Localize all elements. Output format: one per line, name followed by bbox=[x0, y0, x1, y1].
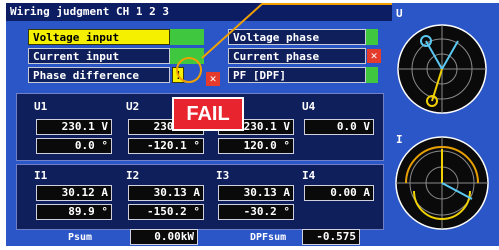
current-i1-value: 30.12 A bbox=[36, 185, 112, 201]
voltage-u3-angle: 120.0 ° bbox=[218, 138, 294, 154]
channel-label-i3: I3 bbox=[216, 169, 230, 182]
screen-title: Wiring judgment CH 1 2 3 bbox=[6, 3, 396, 21]
channel-label-i4: I4 bbox=[302, 169, 316, 182]
voltage-u2-angle: -120.1 ° bbox=[128, 138, 204, 154]
phasor-plots bbox=[395, 24, 489, 230]
channel-label-i2: I2 bbox=[126, 169, 140, 182]
channel-label-u1: U1 bbox=[34, 100, 48, 113]
voltage-u4-value: 0.0 V bbox=[304, 119, 374, 135]
dpf-sum-value: -0.575 bbox=[302, 229, 360, 245]
row-current-phase[interactable]: Current phase bbox=[228, 48, 366, 64]
current-i3-value: 30.13 A bbox=[218, 185, 294, 201]
channel-label-i1: I1 bbox=[34, 169, 48, 182]
channel-label-u4: U4 bbox=[302, 100, 316, 113]
status-ok-voltage-phase bbox=[366, 29, 378, 45]
current-i2-angle: -150.2 ° bbox=[128, 204, 204, 220]
current-vector-label: I bbox=[396, 133, 403, 146]
psum-value: 0.00kW bbox=[130, 229, 198, 245]
status-fail-current-phase-icon: ✕ bbox=[367, 49, 381, 63]
judgment-panel: Voltage input Current input Phase differ… bbox=[6, 21, 392, 246]
dpf-sum-label: DPFsum bbox=[250, 232, 287, 243]
fail-banner: FAIL bbox=[172, 97, 244, 131]
vector-diagram-panel: U I bbox=[392, 3, 499, 246]
row-voltage-phase[interactable]: Voltage phase bbox=[228, 29, 366, 45]
current-i1-angle: 89.9 ° bbox=[36, 204, 112, 220]
current-i2-value: 30.13 A bbox=[128, 185, 204, 201]
voltage-phasor-plot bbox=[397, 24, 487, 114]
voltage-vector-label: U bbox=[396, 7, 403, 20]
voltage-u1-angle: 0.0 ° bbox=[36, 138, 112, 154]
row-voltage-input[interactable]: Voltage input bbox=[28, 29, 170, 45]
status-ok-pf bbox=[366, 67, 378, 83]
current-i4-value: 0.00 A bbox=[304, 185, 374, 201]
highlight-circle bbox=[176, 57, 202, 83]
psum-label: Psum bbox=[68, 232, 93, 243]
channel-label-u2: U2 bbox=[126, 100, 140, 113]
row-phase-difference[interactable]: Phase difference bbox=[28, 67, 170, 83]
fail-cross-icon: ✕ bbox=[206, 72, 220, 86]
row-pf-dpf[interactable]: PF [DPF] bbox=[228, 67, 366, 83]
current-phasor-plot bbox=[395, 136, 489, 230]
voltage-u1-value: 230.1 V bbox=[36, 119, 112, 135]
status-ok-voltage-input bbox=[170, 29, 204, 45]
row-current-input[interactable]: Current input bbox=[28, 48, 170, 64]
current-i3-angle: -30.2 ° bbox=[218, 204, 294, 220]
